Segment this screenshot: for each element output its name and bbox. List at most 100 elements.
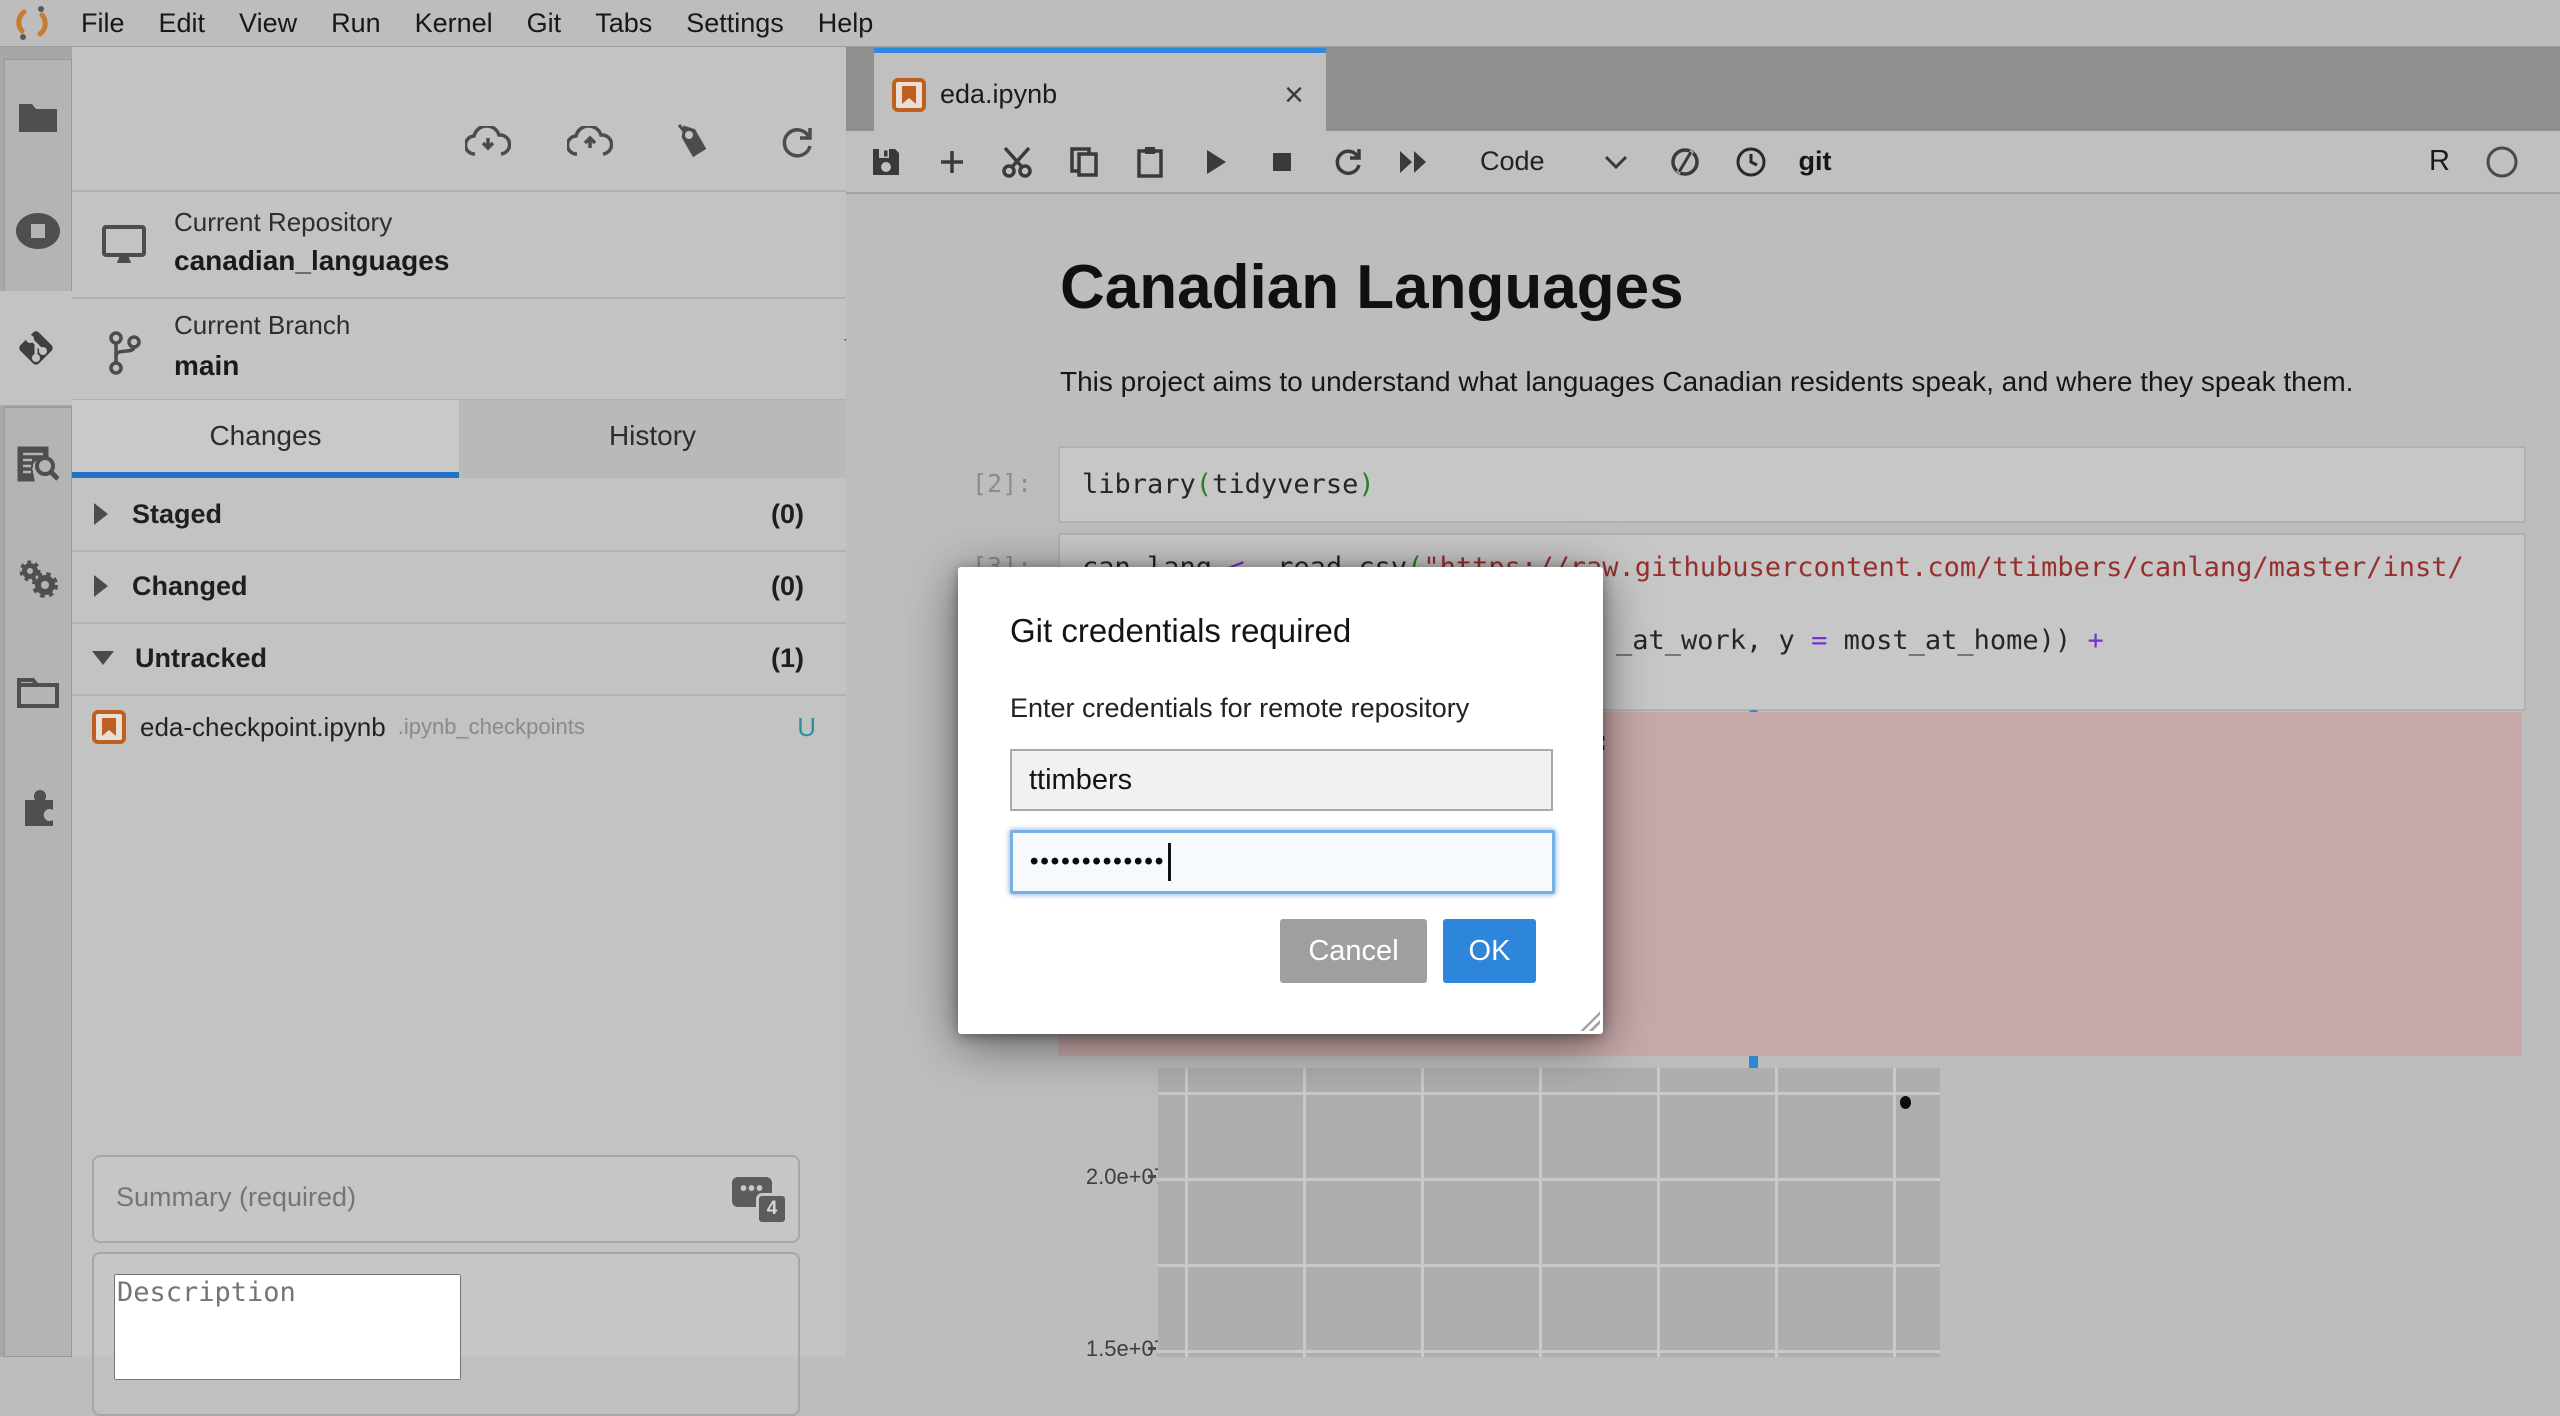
current-repository-name: canadian_languages: [174, 245, 450, 276]
cell-type-dropdown[interactable]: Code: [1480, 146, 1545, 177]
tab-title: eda.ipynb: [940, 79, 1058, 109]
code-token: tidyverse: [1212, 469, 1359, 500]
section-untracked[interactable]: Untracked (1): [72, 622, 846, 696]
left-activity-bar: [0, 47, 72, 1357]
section-changed[interactable]: Changed (0): [72, 550, 846, 624]
section-staged[interactable]: Staged (0): [72, 478, 846, 552]
notebook-intro: This project aims to understand what lan…: [1060, 366, 2354, 397]
copy-icon[interactable]: [1058, 140, 1110, 184]
commit-summary-input[interactable]: [114, 1181, 766, 1214]
open-folder-icon: [16, 676, 60, 710]
desktop-icon: [96, 219, 152, 271]
settings-gears-icon: [16, 559, 60, 599]
jupyterlab-window: { "menu": { "items": ["File","Edit","Vie…: [0, 0, 2560, 1416]
section-untracked-label: Untracked: [135, 642, 268, 673]
run-icon[interactable]: [1190, 140, 1242, 184]
dialog-message: Enter credentials for remote repository: [1010, 693, 1470, 723]
notebook-file-icon: [892, 77, 926, 112]
section-staged-label: Staged: [132, 498, 223, 529]
file-row-eda-checkpoint[interactable]: eda-checkpoint.ipynb .ipynb_checkpoints …: [72, 694, 846, 760]
menu-edit[interactable]: Edit: [142, 8, 223, 39]
text-cursor: [1168, 843, 1172, 881]
restart-run-all-icon[interactable]: [1388, 140, 1440, 184]
cell1-input[interactable]: library(tidyverse): [1058, 446, 2526, 523]
cell1-prompt: [2]:: [972, 469, 1033, 498]
commit-description-input[interactable]: [114, 1274, 461, 1380]
sidebar-item-extensions[interactable]: [5, 750, 71, 864]
section-changed-count: (0): [771, 570, 804, 601]
menu-help[interactable]: Help: [801, 8, 891, 39]
tab-history[interactable]: History: [459, 400, 846, 478]
code-token: +: [2087, 625, 2104, 656]
commit-summary-field[interactable]: ••• 4: [92, 1155, 800, 1243]
extensions-puzzle-icon: [17, 786, 59, 828]
commit-description-field[interactable]: [92, 1252, 800, 1416]
password-field[interactable]: •••••••••••••: [1010, 830, 1555, 894]
git-toolbar-label: git: [1798, 146, 1832, 176]
section-staged-count: (0): [771, 498, 804, 529]
kernel-name-label[interactable]: R: [2429, 145, 2450, 178]
menu-file[interactable]: File: [64, 8, 142, 39]
password-masked-value: •••••••••••••: [1030, 848, 1166, 875]
chevron-right-icon: [94, 503, 108, 525]
menu-run[interactable]: Run: [314, 8, 398, 39]
dialog-resize-handle[interactable]: [1578, 1009, 1600, 1031]
running-sessions-icon: [16, 213, 60, 249]
scatter-point: [1900, 1096, 1911, 1109]
cut-icon[interactable]: [992, 140, 1044, 184]
current-branch-label: Current Branch: [174, 310, 351, 340]
current-branch-name: main: [174, 350, 240, 381]
history-clock-icon[interactable]: [1725, 140, 1777, 184]
menu-kernel[interactable]: Kernel: [398, 8, 510, 39]
sidebar-item-settings[interactable]: [5, 522, 71, 636]
sidebar-item-inspector[interactable]: [5, 408, 71, 522]
app-logo-icon: [0, 5, 64, 41]
menu-git[interactable]: Git: [510, 8, 579, 39]
menu-view[interactable]: View: [222, 8, 314, 39]
dock-tab-bar: eda.ipynb ×: [846, 47, 2560, 136]
cancel-button[interactable]: Cancel: [1280, 919, 1427, 983]
sidebar-item-files[interactable]: [5, 60, 71, 174]
tab-history-label: History: [608, 420, 697, 451]
code-token: ): [1358, 469, 1375, 500]
section-changed-label: Changed: [132, 570, 248, 601]
menu-settings[interactable]: Settings: [669, 8, 801, 39]
chevron-down-icon[interactable]: [1603, 154, 1629, 170]
git-pull-button[interactable]: [464, 119, 512, 167]
tab-changes[interactable]: Changes: [72, 400, 459, 478]
git-diff-circle-icon[interactable]: [1659, 140, 1711, 184]
tab-eda-ipynb[interactable]: eda.ipynb ×: [874, 48, 1326, 136]
code-token: _at_work, y: [1616, 625, 1812, 656]
current-repository-label: Current Repository: [174, 207, 393, 237]
restart-kernel-icon[interactable]: [1322, 140, 1374, 184]
menu-tabs[interactable]: Tabs: [578, 8, 669, 39]
git-push-button[interactable]: [566, 119, 614, 167]
menu-bar: File Edit View Run Kernel Git Tabs Setti…: [0, 0, 2560, 47]
git-credentials-dialog: Git credentials required Enter credentia…: [958, 567, 1603, 1034]
kernel-status-icon[interactable]: [2484, 144, 2520, 180]
chevron-right-icon: [94, 575, 108, 597]
sidebar-item-running[interactable]: [5, 174, 71, 288]
close-icon[interactable]: ×: [1284, 78, 1304, 112]
autofill-keypass-icon[interactable]: ••• 4: [732, 1173, 788, 1225]
username-field[interactable]: [1010, 749, 1553, 811]
git-tag-button[interactable]: [669, 119, 717, 167]
add-cell-icon[interactable]: [926, 140, 978, 184]
stop-icon[interactable]: [1256, 140, 1308, 184]
refresh-icon[interactable]: [773, 119, 821, 167]
file-status-badge: U: [797, 711, 816, 742]
sidebar-item-filebrowser-alt[interactable]: [5, 636, 71, 750]
plot-tick-mark: [1148, 1175, 1156, 1178]
plot-tick-mark: [1148, 1347, 1156, 1350]
branch-icon: [98, 325, 150, 381]
ok-button-label: OK: [1468, 934, 1511, 967]
paste-icon[interactable]: [1124, 140, 1176, 184]
ok-button[interactable]: OK: [1443, 919, 1536, 983]
git-sidebar-panel: Current Repository canadian_languages Cu…: [72, 47, 866, 1416]
notebook-title: Canadian Languages: [1060, 253, 1684, 322]
save-icon[interactable]: [860, 140, 912, 184]
sidebar-item-git[interactable]: [0, 291, 72, 405]
chevron-down-icon: [92, 651, 114, 665]
code-token: most_at_home)): [1827, 625, 2088, 656]
notebook-toolbar: Code git R: [846, 131, 2560, 194]
